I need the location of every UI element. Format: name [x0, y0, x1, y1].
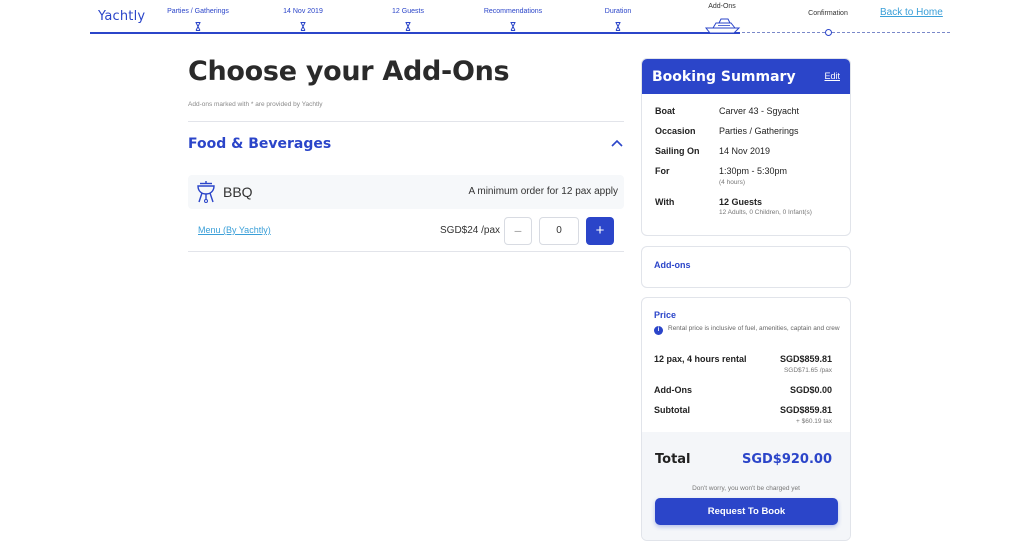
total-label: Total [655, 452, 691, 467]
request-to-book-button[interactable]: Request To Book [655, 498, 838, 525]
price-line-value: SGD$0.00 [789, 385, 832, 395]
yachtly-logo[interactable]: Yachtly [98, 9, 145, 24]
summary-subvalue: 12 Adults, 0 Children, 0 Infant(s) [719, 209, 812, 216]
addon-item-bbq: BBQ A minimum order for 12 pax apply [188, 175, 624, 209]
booking-summary-card: Booking Summary Edit Boat Carver 43 - Sg… [641, 58, 851, 236]
summary-value: 1:30pm - 5:30pm [719, 166, 788, 176]
step-marker-icon [195, 22, 201, 31]
addon-minimum-note: A minimum order for 12 pax apply [468, 186, 618, 197]
price-card: Price i Rental price is inclusive of fue… [641, 297, 851, 541]
progress-track-remaining [742, 32, 950, 33]
summary-row-boat: Boat Carver 43 - Sgyacht [655, 106, 799, 116]
summary-label: Occasion [655, 126, 696, 136]
step-marker-icon [300, 22, 306, 31]
price-line-label: Add-Ons [654, 385, 692, 395]
step-marker-icon [615, 22, 621, 31]
back-to-home-link[interactable]: Back to Home [880, 7, 943, 18]
summary-value: 12 Guests [719, 197, 763, 207]
total-section: Total SGD$920.00 Don't worry, you won't … [642, 432, 850, 540]
decrease-quantity-button[interactable]: − [504, 217, 532, 245]
price-label: Price [654, 310, 677, 320]
step-marker-icon [510, 22, 516, 31]
summary-value: Parties / Gatherings [719, 126, 799, 136]
summary-row-sailing-on: Sailing On 14 Nov 2019 [655, 146, 770, 156]
summary-row-with: With 12 Guests 12 Adults, 0 Children, 0 … [655, 197, 812, 216]
price-line-label: Subtotal [654, 405, 690, 415]
price-line-value: SGD$859.81 [779, 354, 832, 364]
summary-label: Boat [655, 106, 675, 116]
summary-label: With [655, 197, 675, 207]
price-line-sub: + $60.19 tax [796, 418, 832, 425]
summary-row-for: For 1:30pm - 5:30pm (4 hours) [655, 166, 787, 186]
total-value: SGD$920.00 [741, 452, 832, 467]
charge-note: Don't worry, you won't be charged yet [692, 485, 800, 492]
step-guests[interactable]: 12 Guests [392, 8, 424, 15]
divider [188, 251, 624, 252]
step-addons: Add-Ons [708, 3, 736, 10]
bbq-grill-icon [197, 181, 215, 203]
step-recommendations[interactable]: Recommendations [484, 8, 542, 15]
summary-subvalue: (4 hours) [719, 179, 746, 186]
addon-name: BBQ [223, 184, 253, 200]
increase-quantity-button[interactable]: + [586, 217, 614, 245]
addons-summary-label: Add-ons [654, 260, 691, 270]
booking-summary-title: Booking Summary [652, 69, 796, 85]
addon-price: SGD$24 /pax [440, 225, 501, 236]
summary-label: Sailing On [655, 146, 700, 156]
yacht-icon [704, 18, 741, 34]
addons-note: Add-ons marked with * are provided by Ya… [188, 101, 323, 108]
edit-booking-link[interactable]: Edit [824, 71, 840, 81]
progress-header: Yachtly Parties / Gatherings 14 Nov 2019… [0, 0, 1024, 40]
quantity-input[interactable]: 0 [539, 217, 579, 245]
divider [188, 121, 624, 122]
progress-track-completed [90, 32, 740, 34]
info-icon: i [654, 326, 663, 335]
price-line-sub: SGD$71.65 /pax [783, 367, 832, 374]
summary-label: For [655, 166, 670, 176]
price-line-label: 12 pax, 4 hours rental [654, 354, 747, 364]
chevron-up-icon[interactable] [610, 138, 624, 148]
step-marker-icon [405, 22, 411, 31]
step-occasion[interactable]: Parties / Gatherings [167, 8, 229, 15]
step-dot [825, 29, 832, 36]
summary-value: Carver 43 - Sgyacht [719, 106, 800, 116]
booking-summary-header: Booking Summary Edit [642, 59, 850, 94]
summary-row-occasion: Occasion Parties / Gatherings [655, 126, 799, 136]
section-title-food-beverages[interactable]: Food & Beverages [188, 136, 331, 152]
menu-link[interactable]: Menu (By Yachtly) [198, 225, 271, 235]
step-date[interactable]: 14 Nov 2019 [283, 8, 323, 15]
step-duration[interactable]: Duration [605, 8, 631, 15]
page-title: Choose your Add-Ons [188, 56, 510, 87]
step-confirmation: Confirmation [808, 10, 848, 17]
price-info-text: Rental price is inclusive of fuel, ameni… [668, 325, 840, 332]
summary-value: 14 Nov 2019 [719, 146, 771, 156]
addons-summary-card: Add-ons [641, 246, 851, 288]
price-line-value: SGD$859.81 [779, 405, 832, 415]
